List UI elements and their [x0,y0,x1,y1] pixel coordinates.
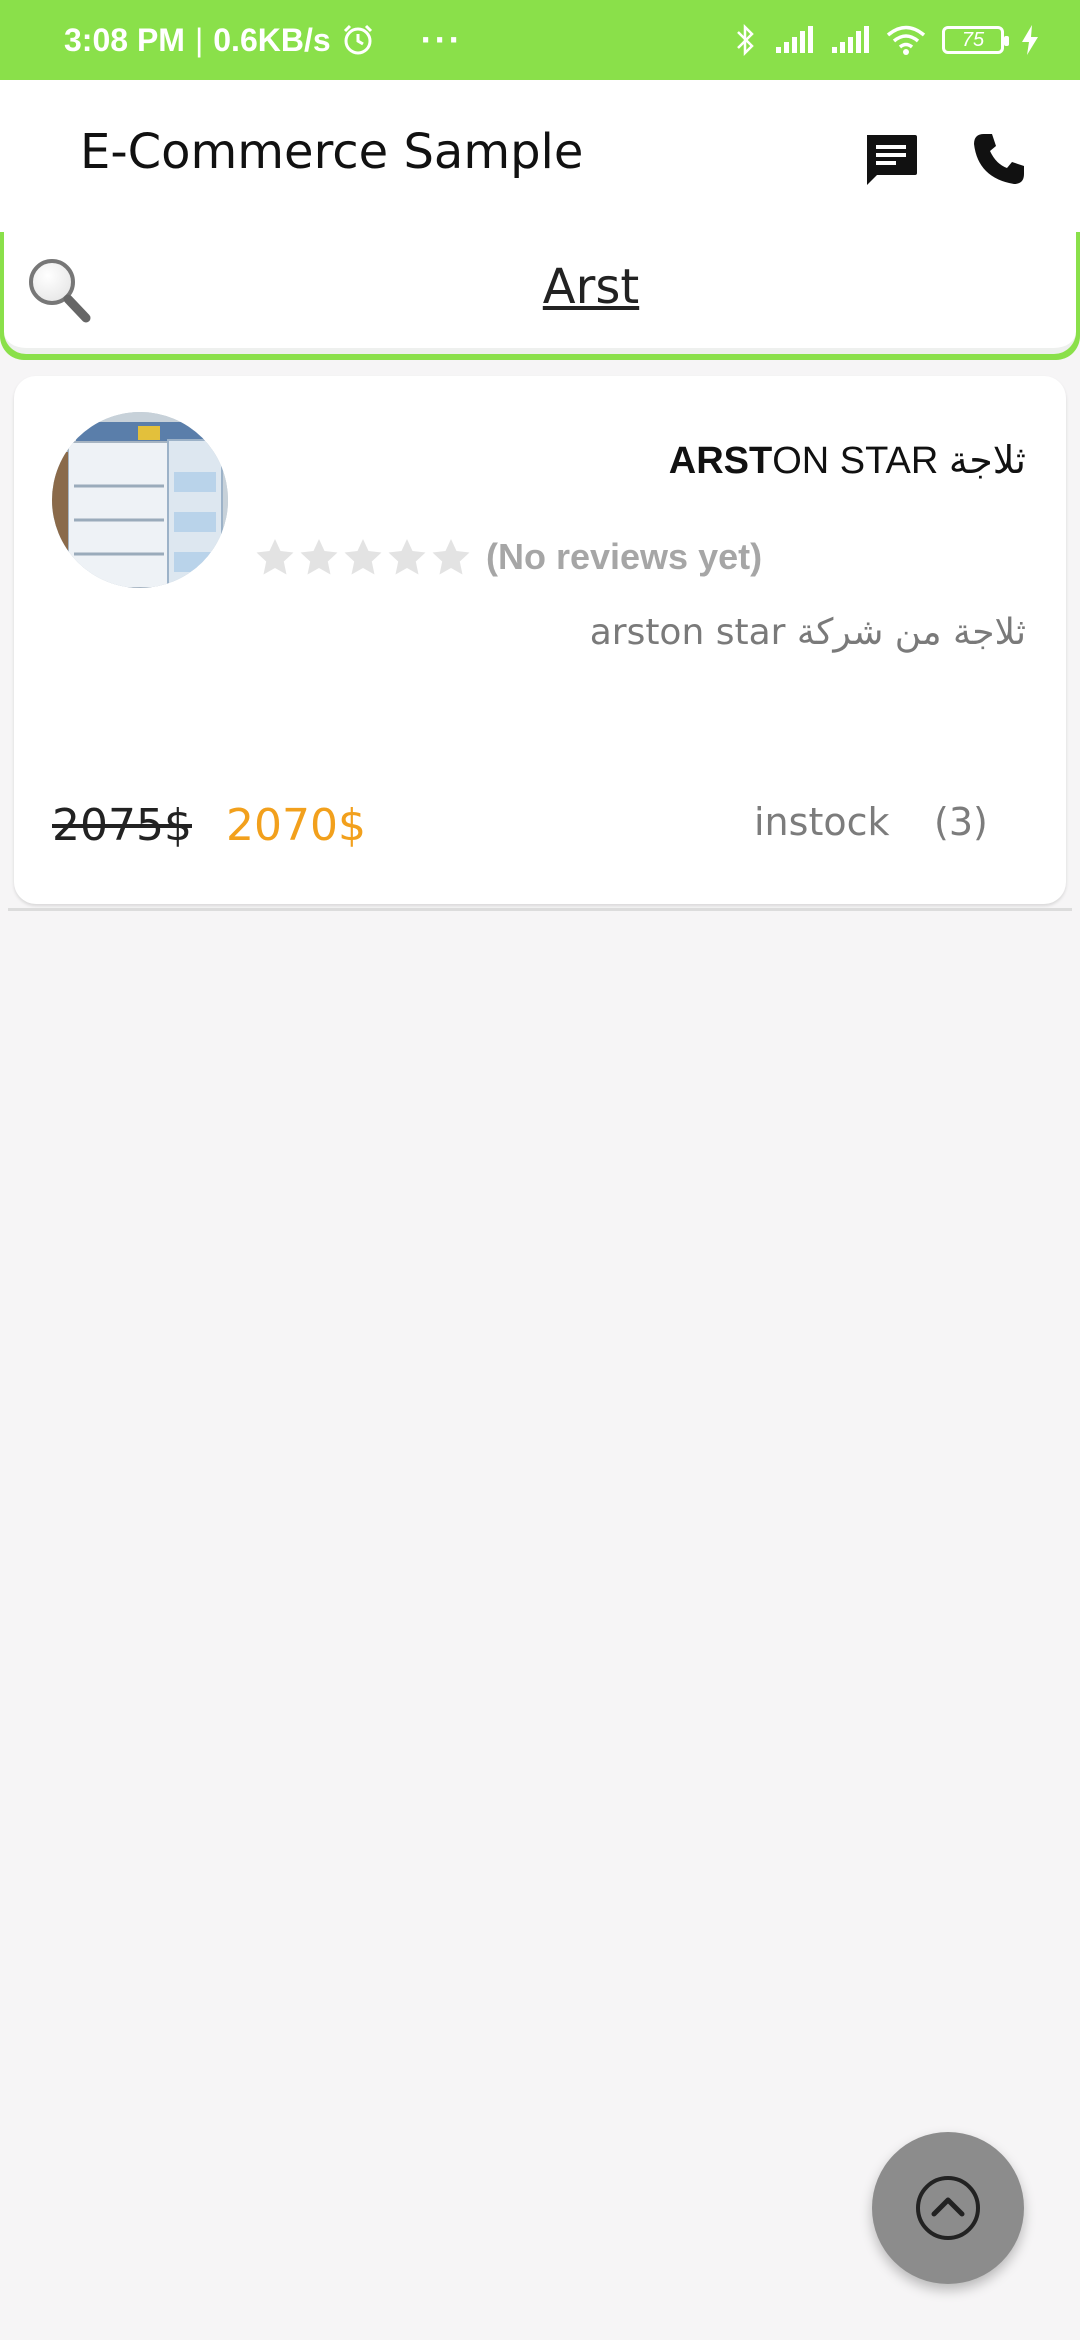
battery-icon: 75 [942,26,1009,54]
app-bar: E-Commerce Sample [0,80,1080,232]
status-right: 75 [734,22,1040,58]
status-speed: 0.6KB/s [213,21,331,58]
product-image[interactable] [52,412,228,588]
status-time: 3:08 PM [64,21,185,58]
status-bar: 3:08 PM | 0.6KB/s ··· 75 [0,0,1080,80]
product-description: ثلاجة من شركة arston star [589,612,1026,653]
stock-status: instock [754,800,890,844]
new-price: 2070$ [226,800,366,851]
search-bar [0,232,1080,360]
call-button[interactable] [964,124,1034,194]
bluetooth-icon [734,22,758,58]
star-icon [432,539,470,575]
signal-icon [774,25,814,55]
product-title[interactable]: ARSTON STAR ثلاجة [669,438,1026,483]
status-left: 3:08 PM | 0.6KB/s ··· [64,19,463,61]
star-icon [344,539,382,575]
charging-icon [1020,24,1040,56]
star-icon [300,539,338,575]
old-price: 2075$ [52,800,192,851]
chat-icon [867,135,917,185]
chevron-up-icon [916,2176,980,2240]
wifi-icon [886,24,926,56]
search-icon[interactable] [24,254,94,326]
chat-button[interactable] [856,124,926,194]
reviews-text: (No reviews yet) [486,536,763,577]
phone-icon [974,134,1024,184]
product-card[interactable]: ARSTON STAR ثلاجة (No reviews yet) ثلاجة… [14,376,1066,904]
battery-level: 75 [961,28,985,51]
more-dots: ··· [420,19,463,60]
product-title-rest: ON STAR ثلاجة [772,440,1026,482]
signal-icon [830,25,870,55]
rating: (No reviews yet) [254,536,762,578]
search-box [4,232,1076,354]
star-icon [256,539,294,575]
search-input[interactable] [124,246,1058,328]
scroll-to-top-button[interactable] [872,2132,1024,2284]
list-divider [8,908,1072,911]
product-title-highlight: ARST [668,440,773,482]
app-title: E-Commerce Sample [80,124,584,180]
status-separator: | [194,21,204,58]
star-icon [388,539,426,575]
stock-count: (3) [934,800,988,844]
alarm-icon [341,23,375,57]
